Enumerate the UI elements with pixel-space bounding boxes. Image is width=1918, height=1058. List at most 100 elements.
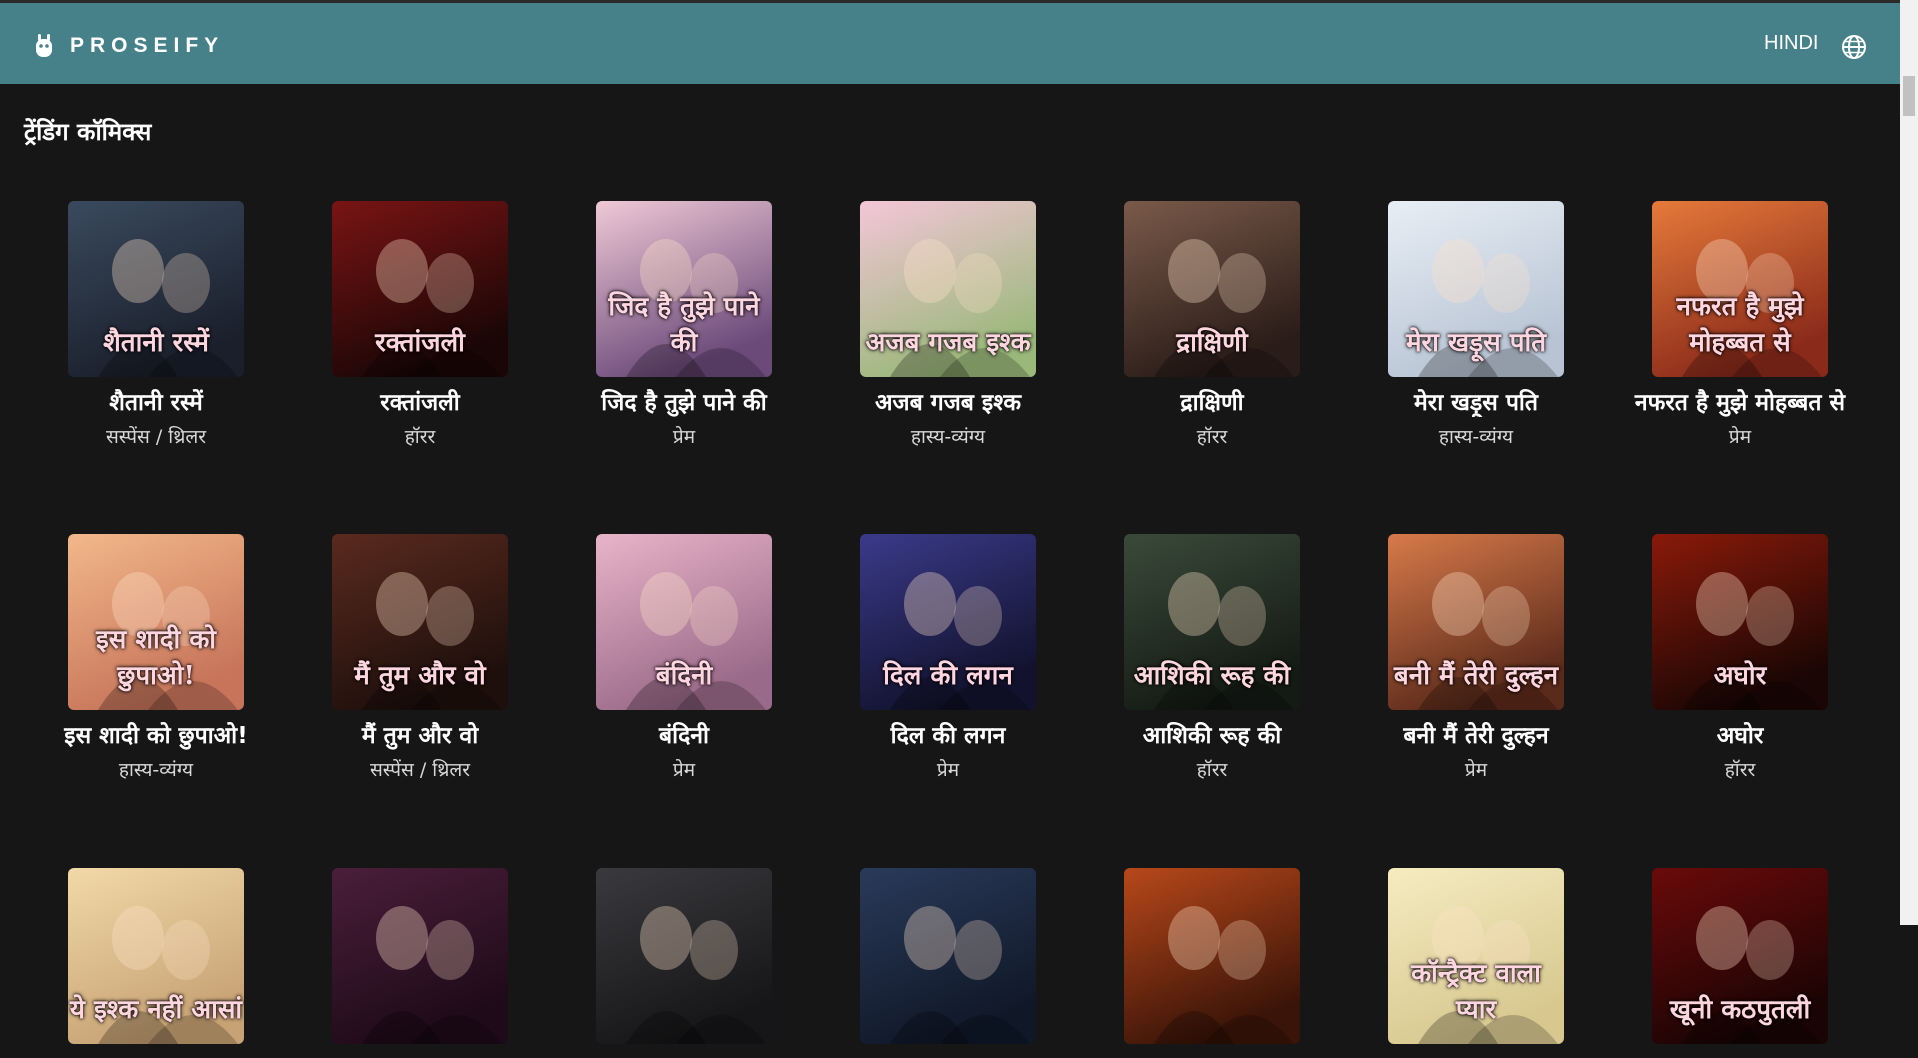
cover-title-art: अघोर [1713, 661, 1767, 691]
comic-genre: हॉरर [1196, 759, 1228, 781]
comic-title[interactable]: मैं तुम और वो [288, 718, 552, 750]
comic-cover[interactable]: अजब गजब इश्क [860, 201, 1036, 377]
comic-title[interactable]: दिल की लगन [816, 718, 1080, 750]
cover-art [860, 868, 1036, 1044]
cover-title-art: कॉन्ट्रैक्ट वाला प्यार [1411, 959, 1541, 1025]
comic-genre: हॉरर [1724, 759, 1756, 781]
comic-title[interactable]: रक्तांजली [288, 385, 552, 417]
cover-title-art: ये इश्क नहीं आसां [69, 995, 243, 1025]
comic-card[interactable]: बंदिनी बंदिनी प्रेम [552, 534, 816, 782]
comic-card[interactable]: इस शादी को छुपाओ! इस शादी को छुपाओ! हास्य-… [24, 534, 288, 782]
comic-card[interactable]: ये इश्क नहीं आसां [24, 868, 288, 1058]
comic-genre: हॉरर [1196, 426, 1228, 448]
comic-cover[interactable]: दिल की लगन [860, 534, 1036, 710]
cover-title-art: नफरत है मुझे मोहब्बत से [1676, 292, 1804, 358]
comic-genre: सस्पेंस / थ्रिलर [105, 426, 207, 448]
cover-title-art: बंदिनी [655, 661, 713, 691]
brand-name: PROSEIFY [70, 34, 225, 57]
cover-title-art: अजब गजब इश्क [865, 328, 1031, 358]
comic-cover[interactable]: शैतानी रस्में [68, 201, 244, 377]
comic-title[interactable]: इस शादी को छुपाओ! [24, 718, 288, 750]
mascot-icon [36, 34, 52, 57]
comic-card[interactable]: जिद है तुझे पाने की जिद है तुझे पाने की प्… [552, 201, 816, 449]
comic-cover[interactable] [332, 868, 508, 1044]
comic-title[interactable]: अघोर [1608, 718, 1872, 750]
comic-cover[interactable]: द्राक्षिणी [1124, 201, 1300, 377]
brand-logo[interactable]: PROSEIFY [34, 33, 224, 59]
comic-card[interactable] [816, 868, 1080, 1058]
language-selector[interactable]: HINDI [1764, 32, 1818, 55]
comic-card[interactable]: द्राक्षिणी द्राक्षिणी हॉरर [1080, 201, 1344, 449]
comic-cover[interactable]: बंदिनी [596, 534, 772, 710]
cover-title-art: आशिकी रूह की [1133, 661, 1291, 691]
comic-genre: हास्य-व्यंग्य [1438, 426, 1514, 448]
comic-card[interactable]: आशिकी रूह की आशिकी रूह की हॉरर [1080, 534, 1344, 782]
comic-title[interactable]: जिद है तुझे पाने की [552, 385, 816, 417]
cover-title-art: बनी मैं तेरी दुल्हन [1393, 661, 1559, 691]
comic-cover[interactable]: ये इश्क नहीं आसां [68, 868, 244, 1044]
comic-cover[interactable]: आशिकी रूह की [1124, 534, 1300, 710]
comic-cover[interactable]: कॉन्ट्रैक्ट वाला प्यार [1388, 868, 1564, 1044]
comic-card[interactable] [552, 868, 816, 1058]
comic-cover[interactable]: जिद है तुझे पाने की [596, 201, 772, 377]
cover-art [332, 868, 508, 1044]
comic-genre: प्रेम [936, 759, 960, 781]
comic-cover[interactable]: इस शादी को छुपाओ! [68, 534, 244, 710]
comic-genre: प्रेम [672, 759, 696, 781]
comic-genre: हॉरर [404, 426, 436, 448]
comic-cover[interactable]: रक्तांजली [332, 201, 508, 377]
section-title: ट्रेंडिंग कॉमिक्स [24, 118, 152, 146]
comic-title[interactable]: शैतानी रस्में [24, 385, 288, 417]
comic-cover[interactable]: नफरत है मुझे मोहब्बत से [1652, 201, 1828, 377]
comic-genre: सस्पेंस / थ्रिलर [369, 759, 471, 781]
cover-art [596, 868, 772, 1044]
cover-title-art: मेरा खड़ूस पति [1405, 328, 1547, 358]
cover-title-art: शैतानी रस्में [103, 328, 209, 358]
app-header: PROSEIFY HINDI [0, 3, 1900, 84]
comic-cover[interactable]: मैं तुम और वो [332, 534, 508, 710]
cover-title-art: इस शादी को छुपाओ! [95, 625, 217, 691]
cover-title-art: मैं तुम और वो [354, 661, 486, 691]
cover-title-art: जिद है तुझे पाने की [608, 292, 760, 358]
comic-title[interactable]: आशिकी रूह की [1080, 718, 1344, 750]
comic-card[interactable]: मैं तुम और वो मैं तुम और वो सस्पेंस / थ्रि… [288, 534, 552, 782]
comic-card[interactable]: अघोर अघोर हॉरर [1608, 534, 1872, 782]
comic-cover[interactable] [596, 868, 772, 1044]
comic-card[interactable]: खूनी कठपुतली [1608, 868, 1872, 1058]
comic-cover[interactable] [860, 868, 1036, 1044]
comic-card[interactable]: मेरा खड़ूस पति मेरा खड़ूस पति हास्य-व्यंग्… [1344, 201, 1608, 449]
comic-card[interactable]: अजब गजब इश्क अजब गजब इश्क हास्य-व्यंग्य [816, 201, 1080, 449]
comic-genre: प्रेम [672, 426, 696, 448]
cover-title-art: खूनी कठपुतली [1669, 995, 1811, 1025]
comic-card[interactable] [288, 868, 552, 1058]
comic-title[interactable]: द्राक्षिणी [1080, 385, 1344, 417]
comic-card[interactable]: शैतानी रस्में शैतानी रस्में सस्पेंस / थ्रि… [24, 201, 288, 449]
comic-title[interactable]: अजब गजब इश्क [816, 385, 1080, 417]
comic-cover[interactable]: खूनी कठपुतली [1652, 868, 1828, 1044]
cover-title-art: दिल की लगन [883, 661, 1013, 691]
comic-card[interactable]: बनी मैं तेरी दुल्हन बनी मैं तेरी दुल्हन प्… [1344, 534, 1608, 782]
page-scrollbar[interactable] [1900, 0, 1918, 925]
comic-genre: हास्य-व्यंग्य [118, 759, 194, 781]
comic-cover[interactable]: मेरा खड़ूस पति [1388, 201, 1564, 377]
comic-card[interactable]: कॉन्ट्रैक्ट वाला प्यार [1344, 868, 1608, 1058]
cover-title-art: रक्तांजली [375, 328, 465, 358]
comic-card[interactable]: रक्तांजली रक्तांजली हॉरर [288, 201, 552, 449]
comic-cover[interactable]: बनी मैं तेरी दुल्हन [1388, 534, 1564, 710]
globe-icon[interactable] [1841, 34, 1867, 60]
comic-cover[interactable] [1124, 868, 1300, 1044]
comic-card[interactable] [1080, 868, 1344, 1058]
cover-title-art: द्राक्षिणी [1176, 328, 1248, 358]
comic-title[interactable]: मेरा खड़ूस पति [1344, 385, 1608, 417]
comic-title[interactable]: नफरत है मुझे मोहब्बत से [1608, 385, 1872, 417]
cover-art [1124, 868, 1300, 1044]
comic-title[interactable]: बनी मैं तेरी दुल्हन [1344, 718, 1608, 750]
comic-genre: हास्य-व्यंग्य [910, 426, 986, 448]
scrollbar-thumb[interactable] [1903, 76, 1915, 116]
comic-genre: प्रेम [1464, 759, 1488, 781]
comic-card[interactable]: नफरत है मुझे मोहब्बत से नफरत है मुझे मोहब… [1608, 201, 1872, 449]
comic-card[interactable]: दिल की लगन दिल की लगन प्रेम [816, 534, 1080, 782]
comic-title[interactable]: बंदिनी [552, 718, 816, 750]
comic-genre: प्रेम [1728, 426, 1752, 448]
comic-cover[interactable]: अघोर [1652, 534, 1828, 710]
